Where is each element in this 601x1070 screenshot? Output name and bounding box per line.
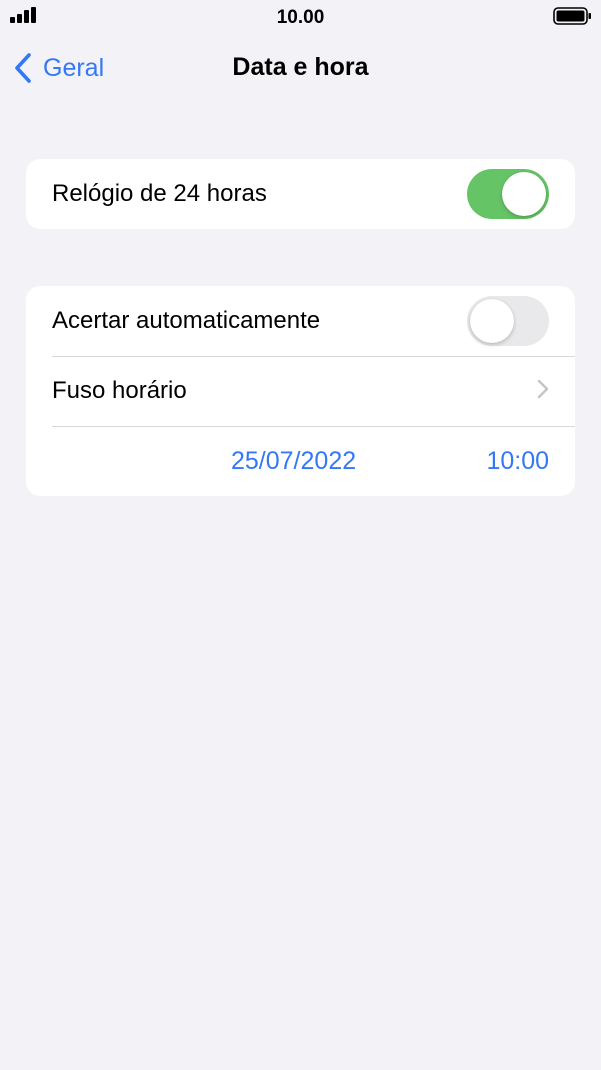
time-value[interactable]: 10:00 xyxy=(486,447,549,476)
auto-set-label: Acertar automaticamente xyxy=(52,307,321,334)
auto-set-row: Acertar automaticamente xyxy=(26,286,575,356)
toggle-knob xyxy=(502,172,546,216)
battery-icon xyxy=(553,7,592,25)
timezone-row[interactable]: Fuso horário xyxy=(26,356,575,426)
date-time-row: 25/07/2022 10:00 xyxy=(26,426,575,496)
toggle-knob xyxy=(470,299,514,343)
date-value[interactable]: 25/07/2022 xyxy=(231,447,356,476)
timezone-label: Fuso horário xyxy=(52,377,187,404)
navigation-bar: Geral Data e hora xyxy=(0,34,601,100)
clock24-row: Relógio de 24 horas xyxy=(26,159,575,229)
clock24-label: Relógio de 24 horas xyxy=(52,180,267,207)
chevron-right-icon xyxy=(537,379,549,404)
page-title: Data e hora xyxy=(232,53,369,81)
clock24-toggle[interactable] xyxy=(467,169,549,219)
date-time-group: Acertar automaticamente Fuso horário 25/… xyxy=(26,286,575,496)
auto-set-toggle[interactable] xyxy=(467,296,549,346)
status-time: 10.00 xyxy=(276,7,325,28)
clock-settings-group: Relógio de 24 horas xyxy=(26,159,575,229)
status-bar: 10.00 xyxy=(0,0,601,34)
